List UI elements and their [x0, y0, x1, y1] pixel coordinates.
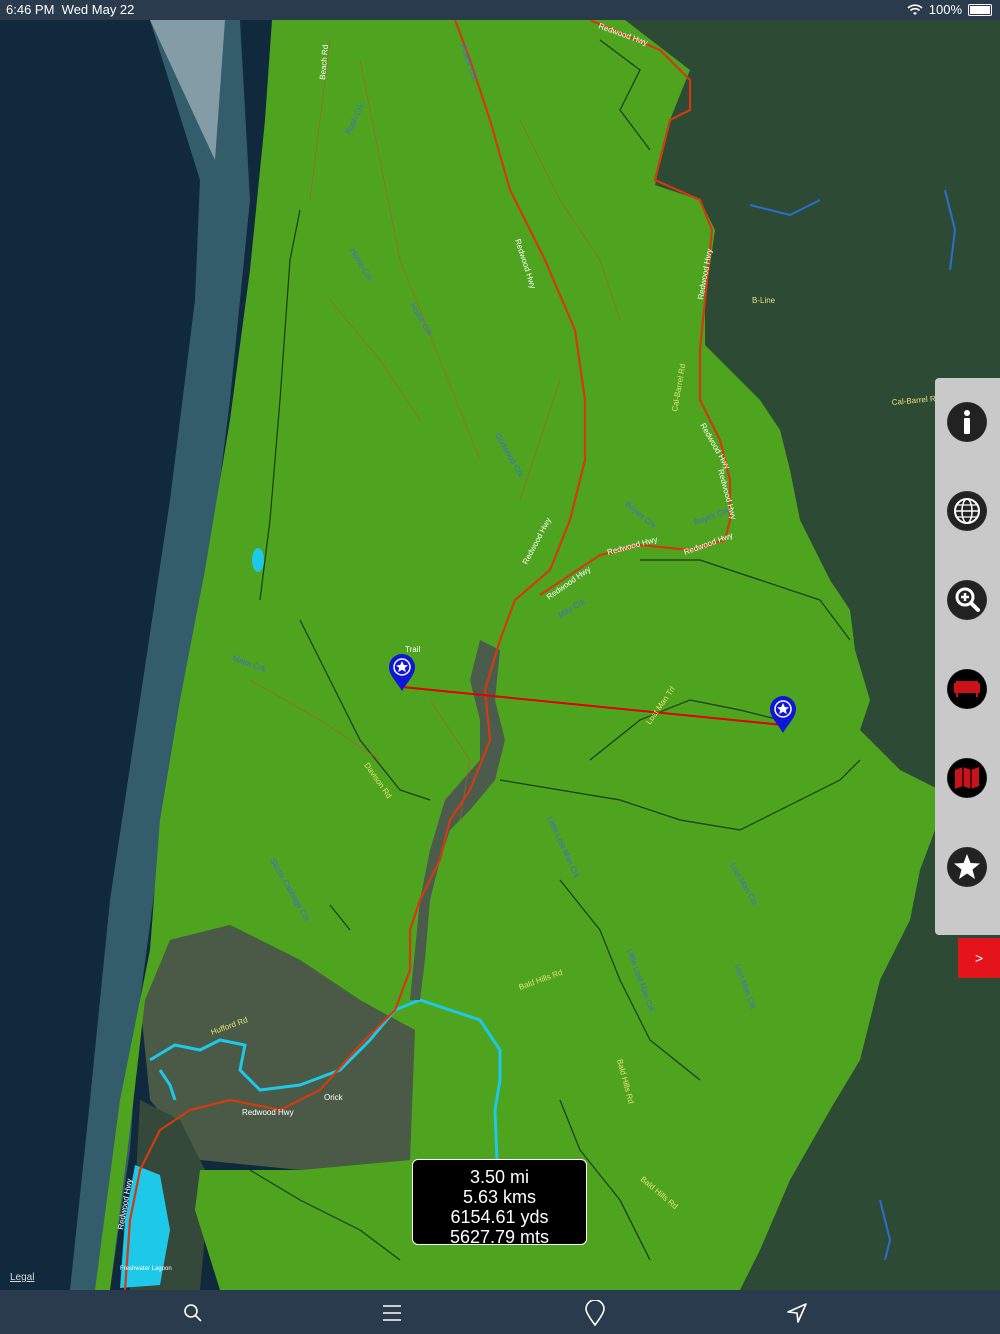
star-icon	[948, 848, 986, 886]
navigation-arrow-icon	[787, 1303, 807, 1323]
location-pin-button[interactable]	[580, 1298, 610, 1328]
zoom-in-button[interactable]	[947, 580, 987, 620]
label-redwood-hwy-9: Redwood Hwy	[242, 1108, 294, 1117]
distance-readout: 3.50 mi 5.63 kms 6154.61 yds 5627.79 mts	[412, 1159, 587, 1247]
bottom-toolbar	[0, 1290, 1000, 1334]
info-icon	[948, 403, 986, 441]
maps-button[interactable]	[947, 758, 987, 798]
label-freshwater-lagoon: Freshwater Lagoon	[120, 1266, 172, 1272]
distance-yards: 6154.61 yds	[450, 1207, 549, 1227]
label-orick: Orick	[324, 1093, 344, 1102]
map-view[interactable]: Redwood Hwy Redwood Hwy Redwood Hwy Redw…	[0, 20, 1000, 1290]
info-button[interactable]	[947, 402, 987, 442]
label-trail: Trail	[405, 645, 420, 654]
menu-icon	[383, 1305, 401, 1321]
navigation-button[interactable]	[782, 1298, 812, 1328]
location-pin-icon	[585, 1300, 605, 1326]
legal-link[interactable]: Legal	[10, 1272, 34, 1283]
distance-kms: 5.63 kms	[462, 1187, 537, 1207]
menu-button[interactable]	[377, 1298, 407, 1328]
status-bar: 6:46 PM Wed May 22 100%	[0, 0, 1000, 20]
status-right: 100%	[907, 2, 992, 17]
favorites-button[interactable]	[947, 847, 987, 887]
search-icon	[184, 1304, 202, 1322]
map-icon	[948, 759, 986, 797]
status-time-date: 6:46 PM Wed May 22	[6, 2, 134, 17]
search-button[interactable]	[178, 1298, 208, 1328]
battery-icon	[968, 3, 992, 16]
status-time: 6:46 PM	[6, 2, 55, 17]
globe-icon	[948, 492, 986, 530]
side-toolbar	[935, 378, 1000, 935]
status-date: Wed May 22	[61, 2, 135, 17]
trail-sign-icon	[948, 670, 986, 708]
distance-meters: 5627.79 mts	[449, 1227, 550, 1247]
wifi-icon	[907, 3, 923, 15]
zoom-in-icon	[948, 581, 986, 619]
map-canvas[interactable]: Redwood Hwy Redwood Hwy Redwood Hwy Redw…	[0, 20, 1000, 1290]
globe-button[interactable]	[947, 491, 987, 531]
expand-panel-button[interactable]: >	[958, 938, 1000, 978]
trail-sign-button[interactable]	[947, 669, 987, 709]
pond	[252, 548, 264, 572]
battery-percent: 100%	[928, 2, 962, 17]
label-b-line: B-Line	[752, 296, 776, 305]
distance-miles: 3.50 mi	[469, 1167, 530, 1187]
